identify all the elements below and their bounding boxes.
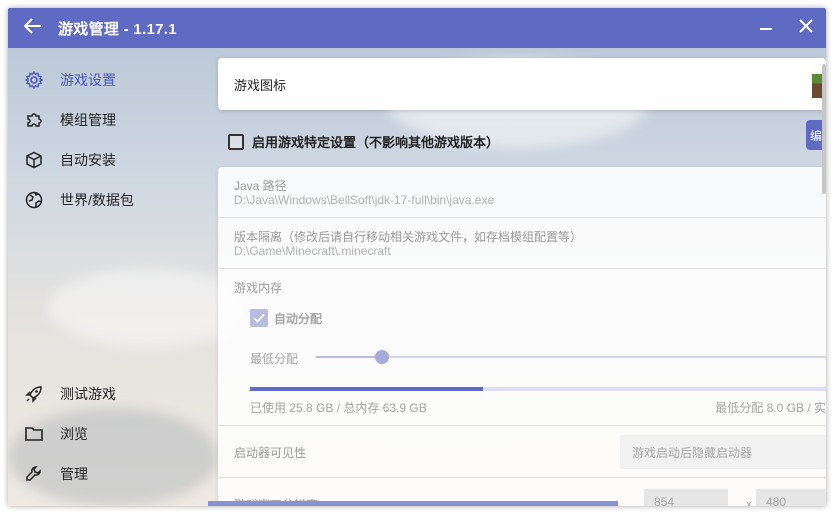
checkmark-icon — [250, 309, 268, 327]
sidebar-item-mods[interactable]: 模组管理 — [8, 100, 208, 140]
sidebar-item-label: 游戏设置 — [60, 72, 116, 88]
sidebar-item-label: 模组管理 — [60, 112, 116, 128]
settings-panel: Java 路径 D:\Java\Windows\BellSoft\jdk-17-… — [218, 167, 826, 506]
sidebar-item-auto-install[interactable]: 自动安装 — [8, 140, 208, 180]
sidebar-item-manage[interactable]: 管理 — [8, 454, 208, 494]
horizontal-scrollbar[interactable] — [208, 501, 618, 506]
sidebar-item-browse[interactable]: 浏览 — [8, 414, 208, 454]
min-allocation-slider-thumb[interactable] — [375, 350, 389, 364]
auto-allocate-label: 自动分配 — [274, 311, 323, 326]
wrench-icon — [8, 465, 60, 483]
memory-used-text: 已使用 25.8 GB / 总内存 63.9 GB — [250, 401, 427, 415]
memory-allocation-text: 最低分配 8.0 GB / 实 — [715, 401, 826, 415]
minimize-button[interactable] — [746, 8, 786, 48]
sidebar-item-label: 浏览 — [60, 426, 88, 442]
memory-label: 游戏内存 — [234, 281, 283, 295]
sidebar-item-game-settings[interactable]: 游戏设置 — [8, 60, 208, 100]
launcher-visibility-label: 启动器可见性 — [234, 446, 307, 460]
title-bar: 游戏管理 - 1.17.1 — [8, 8, 826, 48]
resolution-height-value: 480 — [766, 495, 787, 506]
globe-icon — [8, 191, 60, 209]
back-button[interactable] — [8, 8, 58, 48]
close-icon — [798, 18, 814, 39]
java-path-label: Java 路径 — [234, 179, 287, 193]
resolution-separator: x — [746, 497, 752, 506]
java-path-value: D:\Java\Windows\BellSoft\jdk-17-full\bin… — [234, 193, 495, 207]
specific-settings-label: 启用游戏特定设置（不影响其他游戏版本） — [252, 135, 500, 150]
rocket-icon — [8, 385, 60, 403]
side-edit-tab-label: 编 — [809, 128, 822, 143]
sidebar-item-label: 管理 — [60, 466, 88, 482]
settings-content: 游戏图标 启用游戏特定设置（不影响其他游戏版本） Java 路径 D:\Java… — [218, 48, 826, 506]
version-isolation-row[interactable]: 版本隔离（修改后请自行移动相关游戏文件，如存档模组配置等） D:\Game\Mi… — [218, 218, 826, 269]
arrow-left-icon — [23, 17, 42, 39]
sidebar-item-label: 自动安装 — [60, 152, 116, 168]
min-allocation-slider-fill — [316, 356, 382, 358]
java-path-row[interactable]: Java 路径 D:\Java\Windows\BellSoft\jdk-17-… — [218, 167, 826, 218]
sidebar: 游戏设置 模组管理 自动安装 世界/数据包 测试游戏 浏览 管理 — [8, 48, 208, 506]
game-icon-card[interactable]: 游戏图标 — [218, 58, 826, 110]
version-isolation-value: D:\Game\Minecraft\.minecraft — [234, 244, 391, 258]
memory-used-fill — [250, 387, 483, 391]
resolution-width-input[interactable]: 854 — [644, 489, 728, 506]
sidebar-item-test-game[interactable]: 测试游戏 — [8, 374, 208, 414]
min-allocation-slider-track[interactable] — [316, 356, 826, 358]
game-icon-label: 游戏图标 — [234, 77, 287, 93]
vertical-scrollbar[interactable] — [822, 64, 826, 194]
specific-settings-checkbox[interactable]: 启用游戏特定设置（不影响其他游戏版本） — [228, 132, 499, 151]
folder-icon — [8, 426, 60, 442]
checkbox-box — [228, 133, 244, 150]
minimize-icon — [759, 19, 773, 38]
resolution-height-input[interactable]: 480 — [756, 489, 826, 506]
launcher-visibility-value: 游戏启动后隐藏启动器 — [632, 445, 753, 460]
window-title: 游戏管理 - 1.17.1 — [58, 20, 177, 38]
auto-allocate-checkbox[interactable]: 自动分配 — [250, 309, 322, 327]
cube-icon — [8, 151, 60, 169]
resolution-width-value: 854 — [654, 495, 675, 506]
sidebar-item-worlds[interactable]: 世界/数据包 — [8, 180, 208, 220]
gear-icon — [8, 71, 60, 89]
launcher-visibility-select[interactable]: 游戏启动后隐藏启动器 — [620, 435, 826, 469]
sidebar-item-label: 世界/数据包 — [60, 192, 134, 208]
close-button[interactable] — [786, 8, 826, 48]
min-allocation-label: 最低分配 — [250, 352, 299, 366]
version-isolation-label: 版本隔离（修改后请自行移动相关游戏文件，如存档模组配置等） — [234, 230, 583, 244]
sidebar-item-label: 测试游戏 — [60, 386, 116, 402]
app-window: 游戏管理 - 1.17.1 游戏设置 模组管理 自动安装 世界/数据包 测试游戏… — [8, 8, 826, 506]
puzzle-icon — [8, 111, 60, 129]
